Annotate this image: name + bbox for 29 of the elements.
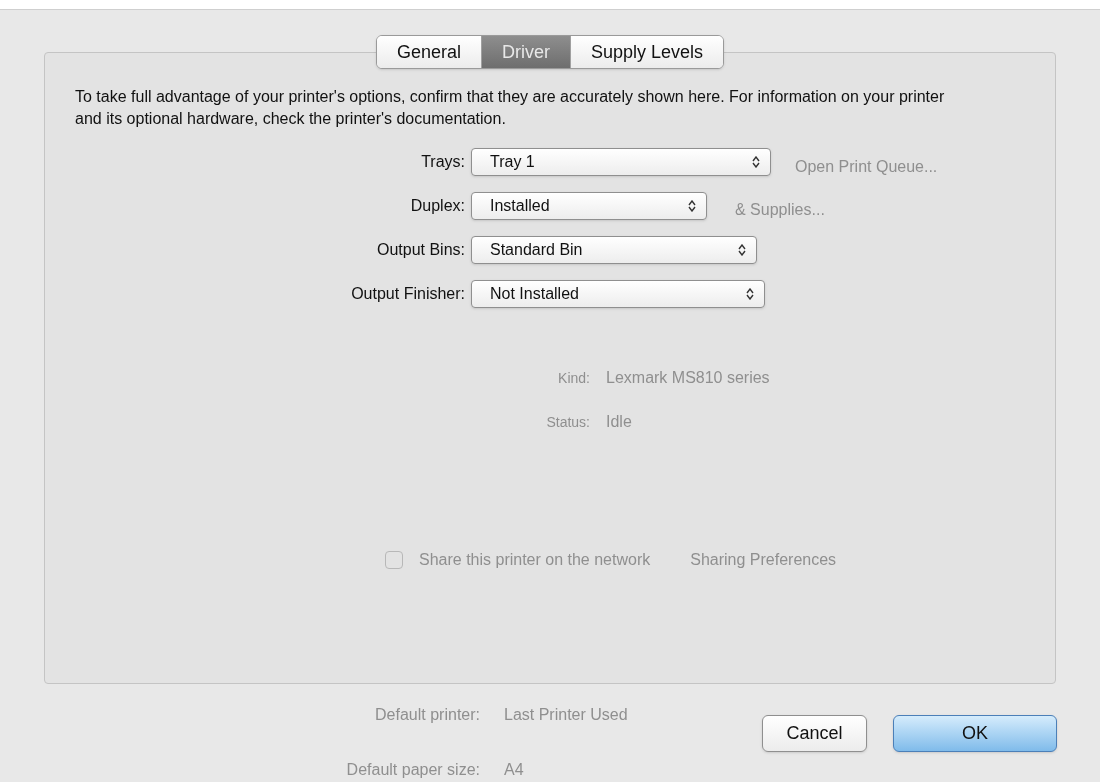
description-text: To take full advantage of your printer's options, confirm that they are accurately shown here. For information on your printer and its optional hardware, check the printer's documentation.	[75, 87, 946, 129]
stepper-icon	[688, 200, 696, 212]
stepper-icon	[738, 244, 746, 256]
popup-button[interactable]: Tray 1	[471, 148, 771, 176]
faded-value: Last Printer Used	[504, 705, 628, 725]
faded-button-label: & Supplies...	[735, 200, 825, 220]
setting-label: Trays:	[420, 152, 466, 172]
faded-value: Idle	[606, 412, 632, 432]
tab[interactable]: Supply Levels	[570, 36, 724, 68]
faded-label: Default printer:	[374, 705, 480, 725]
faded-value: Lexmark MS810 series	[606, 368, 770, 388]
faded-button-label: Sharing Preferences	[690, 550, 837, 570]
faded-value: A4	[504, 760, 524, 780]
popup-button[interactable]: Installed	[471, 192, 707, 220]
stepper-icon	[746, 288, 754, 300]
setting-label: Output Bins:	[375, 240, 466, 260]
faded-checkbox-label: Share this printer on the network	[419, 550, 651, 570]
faded-button-label: Open Print Queue...	[795, 157, 938, 177]
stepper-icon	[752, 156, 760, 168]
popup-button[interactable]: Not Installed	[471, 280, 765, 308]
faded-label: Default paper size:	[345, 760, 480, 780]
setting-label: Output Finisher:	[350, 284, 466, 304]
ok-button[interactable]: OK	[893, 715, 1057, 752]
cancel-button[interactable]: Cancel	[762, 715, 867, 752]
faded-label: Status:	[545, 413, 590, 432]
tab[interactable]: General	[376, 36, 481, 68]
faded-label: Kind:	[557, 369, 590, 388]
popup-button[interactable]: Standard Bin	[471, 236, 757, 264]
setting-label: Duplex:	[409, 196, 466, 216]
